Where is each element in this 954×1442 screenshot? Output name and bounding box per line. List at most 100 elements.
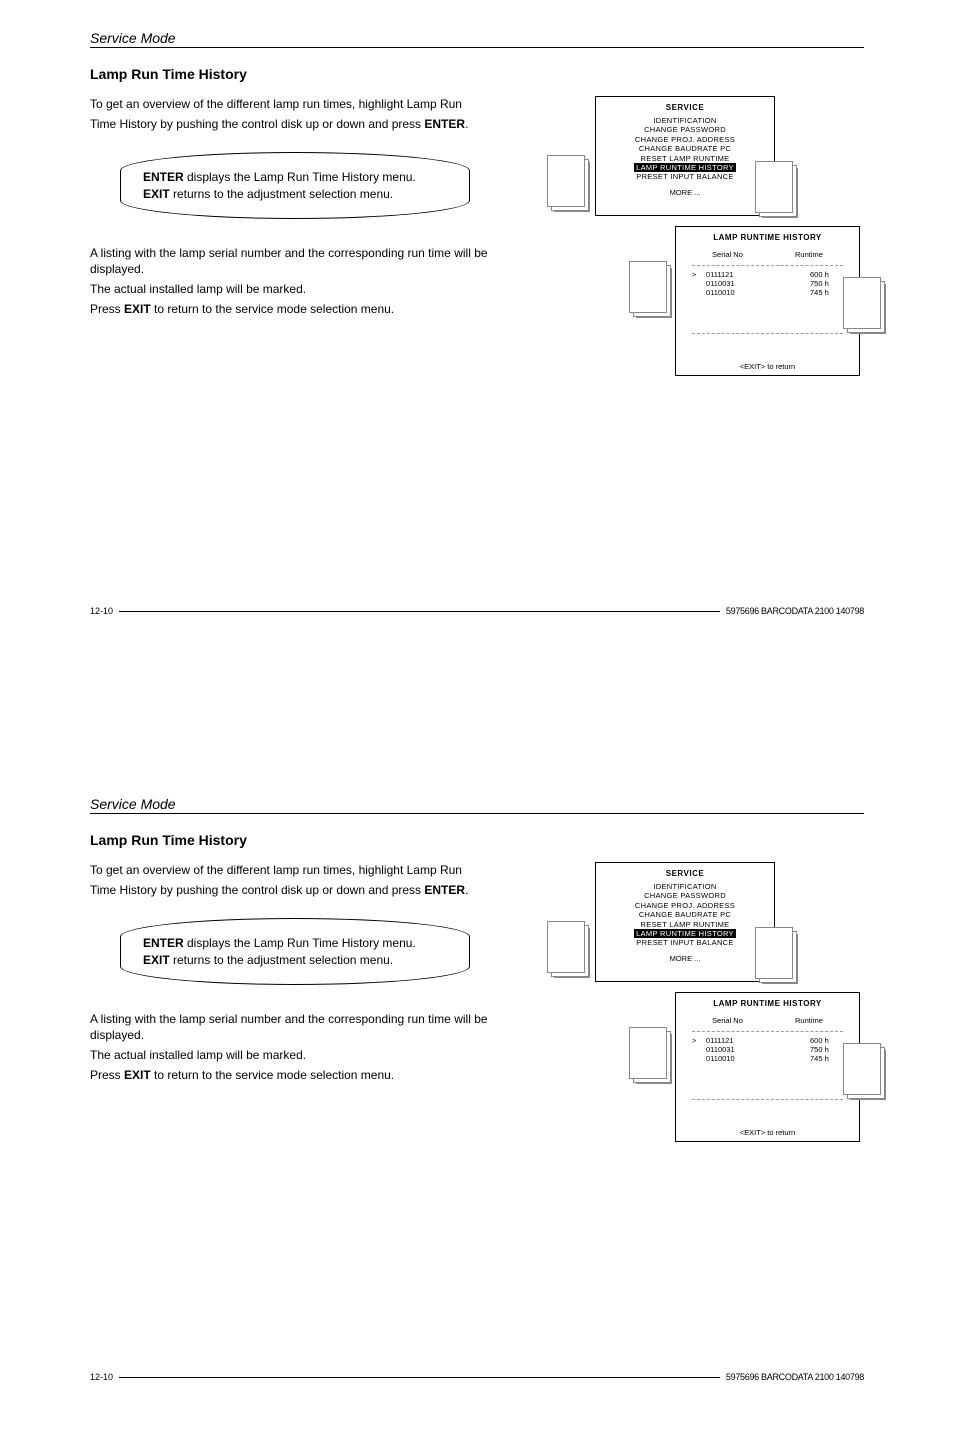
row-runtime: 750 h (786, 279, 843, 288)
row-marker: > (692, 1036, 706, 1045)
osd-more: MORE ... (596, 954, 774, 963)
section-header: Service Mode (90, 796, 864, 814)
page-footer: 12-10 5975696 BARCODATA 2100 140798 (90, 1372, 864, 1382)
intro-line2: Time History by pushing the control disk… (90, 116, 490, 132)
callout-line1: ENTER displays the Lamp Run Time History… (143, 935, 447, 951)
col-serial: Serial No (712, 1016, 743, 1025)
intro-line1: To get an overview of the different lamp… (90, 96, 490, 112)
callout-l2b: returns to the adjustment selection menu… (170, 187, 393, 201)
osd-item: IDENTIFICATION (596, 116, 774, 125)
osd-item: PRESET INPUT BALANCE (596, 938, 774, 947)
osd-item: CHANGE PASSWORD (596, 125, 774, 134)
pageturn-icon (554, 162, 590, 212)
intro-line2c: . (465, 117, 468, 131)
footer-rule (119, 1377, 720, 1378)
osd-item: CHANGE BAUDRATE PC (596, 910, 774, 919)
osd-exit-hint: <EXIT> to return (676, 1128, 859, 1137)
osd-history-title: LAMP RUNTIME HISTORY (676, 999, 859, 1008)
osd-exit-hint: <EXIT> to return (676, 362, 859, 371)
callout-l1b: displays the Lamp Run Time History menu. (184, 170, 416, 184)
osd-item: RESET LAMP RUNTIME (596, 154, 774, 163)
pageturn-icon (762, 168, 798, 218)
table-row: 0110031 750 h (692, 1045, 843, 1054)
body-p3c: to return to the service mode selection … (151, 1068, 394, 1082)
row-marker: > (692, 270, 706, 279)
row-marker (692, 1054, 706, 1063)
row-serial: 0111121 (706, 1036, 786, 1045)
row-serial: 0110010 (706, 1054, 786, 1063)
osd-service-title: SERVICE (596, 869, 774, 878)
table-row: 0110031 750 h (692, 279, 843, 288)
section-header: Service Mode (90, 30, 864, 48)
row-runtime: 745 h (786, 288, 843, 297)
body-p3a: Press (90, 302, 124, 316)
osd-item-highlight: LAMP RUNTIME HISTORY (634, 929, 736, 938)
pageturn-icon (850, 284, 886, 334)
row-runtime: 745 h (786, 1054, 843, 1063)
intro-enter: ENTER (424, 117, 465, 131)
osd-item: RESET LAMP RUNTIME (596, 920, 774, 929)
subsection-title: Lamp Run Time History (90, 66, 864, 82)
pageturn-icon (762, 934, 798, 984)
table-row: > 0111121 600 h (692, 270, 843, 279)
osd-history-rows: > 0111121 600 h 0110031 750 h 0110010 (686, 1034, 849, 1063)
osd-history-menu: LAMP RUNTIME HISTORY Serial No Runtime >… (675, 992, 860, 1142)
osd-history-menu: LAMP RUNTIME HISTORY Serial No Runtime >… (675, 226, 860, 376)
body-p3: Press EXIT to return to the service mode… (90, 301, 490, 317)
callout-line2: EXIT returns to the adjustment selection… (143, 186, 447, 202)
table-row: > 0111121 600 h (692, 1036, 843, 1045)
page-number: 12-10 (90, 1372, 113, 1382)
intro-line1: To get an overview of the different lamp… (90, 862, 490, 878)
divider (692, 265, 843, 266)
divider (692, 1099, 843, 1100)
body-p3a: Press (90, 1068, 124, 1082)
body-exit: EXIT (124, 1068, 151, 1082)
figure-column: SERVICE IDENTIFICATION CHANGE PASSWORD C… (540, 862, 864, 1162)
row-serial: 0110031 (706, 279, 786, 288)
callout-enter: ENTER (143, 170, 184, 184)
body-exit: EXIT (124, 302, 151, 316)
text-column: To get an overview of the different lamp… (90, 862, 490, 1162)
manual-page: Service Mode Lamp Run Time History To ge… (0, 0, 954, 676)
osd-service-menu: SERVICE IDENTIFICATION CHANGE PASSWORD C… (595, 862, 775, 982)
pageturn-icon (850, 1050, 886, 1100)
osd-item: CHANGE PASSWORD (596, 891, 774, 900)
callout-l1b: displays the Lamp Run Time History menu. (184, 936, 416, 950)
body-p2: The actual installed lamp will be marked… (90, 1047, 490, 1063)
manual-page: Service Mode Lamp Run Time History To ge… (0, 766, 954, 1442)
body-p3c: to return to the service mode selection … (151, 302, 394, 316)
osd-service-menu: SERVICE IDENTIFICATION CHANGE PASSWORD C… (595, 96, 775, 216)
row-serial: 0110010 (706, 288, 786, 297)
doc-id: 5975696 BARCODATA 2100 140798 (726, 606, 864, 616)
pageturn-icon (636, 268, 672, 318)
osd-history-grid: Serial No Runtime > 0111121 600 h 011003… (676, 1012, 859, 1100)
osd-item: CHANGE PROJ. ADDRESS (596, 901, 774, 910)
callout-bubble: ENTER displays the Lamp Run Time History… (120, 152, 470, 218)
row-runtime: 600 h (786, 1036, 843, 1045)
osd-item: CHANGE BAUDRATE PC (596, 144, 774, 153)
row-marker (692, 288, 706, 297)
intro-line2a: Time History by pushing the control disk… (90, 883, 424, 897)
body-p1: A listing with the lamp serial number an… (90, 245, 490, 277)
osd-history-title: LAMP RUNTIME HISTORY (676, 233, 859, 242)
text-column: To get an overview of the different lamp… (90, 96, 490, 396)
divider (692, 333, 843, 334)
intro-line2c: . (465, 883, 468, 897)
page-number: 12-10 (90, 606, 113, 616)
doc-id: 5975696 BARCODATA 2100 140798 (726, 1372, 864, 1382)
osd-history-rows: > 0111121 600 h 0110031 750 h 0110010 (686, 268, 849, 297)
page-gap (0, 676, 954, 766)
row-marker (692, 279, 706, 288)
table-row: 0110010 745 h (692, 288, 843, 297)
callout-line1: ENTER displays the Lamp Run Time History… (143, 169, 447, 185)
osd-item: PRESET INPUT BALANCE (596, 172, 774, 181)
osd-service-items: IDENTIFICATION CHANGE PASSWORD CHANGE PR… (596, 882, 774, 948)
callout-exit: EXIT (143, 953, 170, 967)
osd-item: IDENTIFICATION (596, 882, 774, 891)
osd-history-header: Serial No Runtime (686, 246, 849, 263)
intro-enter: ENTER (424, 883, 465, 897)
body-p1: A listing with the lamp serial number an… (90, 1011, 490, 1043)
page-footer: 12-10 5975696 BARCODATA 2100 140798 (90, 606, 864, 616)
figure-column: SERVICE IDENTIFICATION CHANGE PASSWORD C… (540, 96, 864, 396)
intro-line2: Time History by pushing the control disk… (90, 882, 490, 898)
